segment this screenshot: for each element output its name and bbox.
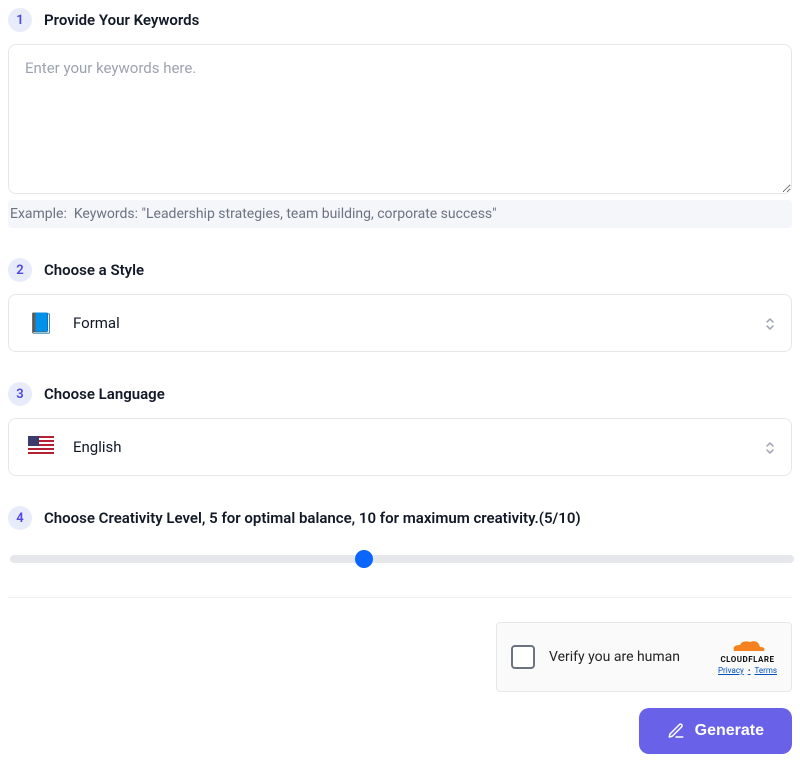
creativity-section: 4 Choose Creativity Level, 5 for optimal… xyxy=(8,506,792,567)
creativity-slider[interactable] xyxy=(10,555,794,563)
captcha-text: Verify you are human xyxy=(549,649,704,665)
captcha-checkbox[interactable] xyxy=(511,645,535,669)
step1-number-badge: 1 xyxy=(8,8,32,32)
us-flag-icon xyxy=(27,435,55,459)
style-select[interactable]: 📘 Formal xyxy=(8,294,792,352)
style-select-value: Formal xyxy=(73,314,120,332)
chevron-up-down-icon xyxy=(763,316,777,330)
captcha-links: Privacy • Terms xyxy=(718,666,777,675)
book-icon: 📘 xyxy=(27,311,55,335)
step4-header: 4 Choose Creativity Level, 5 for optimal… xyxy=(8,506,792,530)
edit-icon xyxy=(667,722,685,740)
divider xyxy=(8,597,792,598)
step1-title: Provide Your Keywords xyxy=(44,11,199,29)
step4-number-badge: 4 xyxy=(8,506,32,530)
generate-button[interactable]: Generate xyxy=(639,708,792,754)
step3-title: Choose Language xyxy=(44,385,165,403)
step2-header: 2 Choose a Style xyxy=(8,258,792,282)
captcha-widget[interactable]: Verify you are human CLOUDFLARE Privacy … xyxy=(496,622,792,692)
creativity-slider-wrap xyxy=(8,548,792,567)
keywords-example: Example: Keywords: "Leadership strategie… xyxy=(8,200,792,228)
cloudflare-icon xyxy=(728,639,766,653)
chevron-up-down-icon xyxy=(763,440,777,454)
step1-header: 1 Provide Your Keywords xyxy=(8,8,792,32)
example-label: Example: xyxy=(10,206,67,222)
language-select[interactable]: English xyxy=(8,418,792,476)
keywords-input[interactable] xyxy=(8,44,792,194)
language-select-value: English xyxy=(73,438,122,456)
generate-button-label: Generate xyxy=(695,722,764,740)
captcha-privacy-link[interactable]: Privacy xyxy=(718,666,744,675)
step3-header: 3 Choose Language xyxy=(8,382,792,406)
captcha-brand: CLOUDFLARE Privacy • Terms xyxy=(718,639,777,675)
footer-actions: Verify you are human CLOUDFLARE Privacy … xyxy=(8,622,792,754)
step3-number-badge: 3 xyxy=(8,382,32,406)
example-text: Keywords: "Leadership strategies, team b… xyxy=(74,206,497,222)
step4-title: Choose Creativity Level, 5 for optimal b… xyxy=(44,509,581,527)
step2-title: Choose a Style xyxy=(44,261,144,279)
captcha-terms-link[interactable]: Terms xyxy=(755,666,777,675)
style-section: 2 Choose a Style 📘 Formal xyxy=(8,258,792,352)
language-section: 3 Choose Language English xyxy=(8,382,792,476)
captcha-brand-label: CLOUDFLARE xyxy=(720,655,774,664)
step2-number-badge: 2 xyxy=(8,258,32,282)
keywords-section: 1 Provide Your Keywords Example: Keyword… xyxy=(8,8,792,228)
